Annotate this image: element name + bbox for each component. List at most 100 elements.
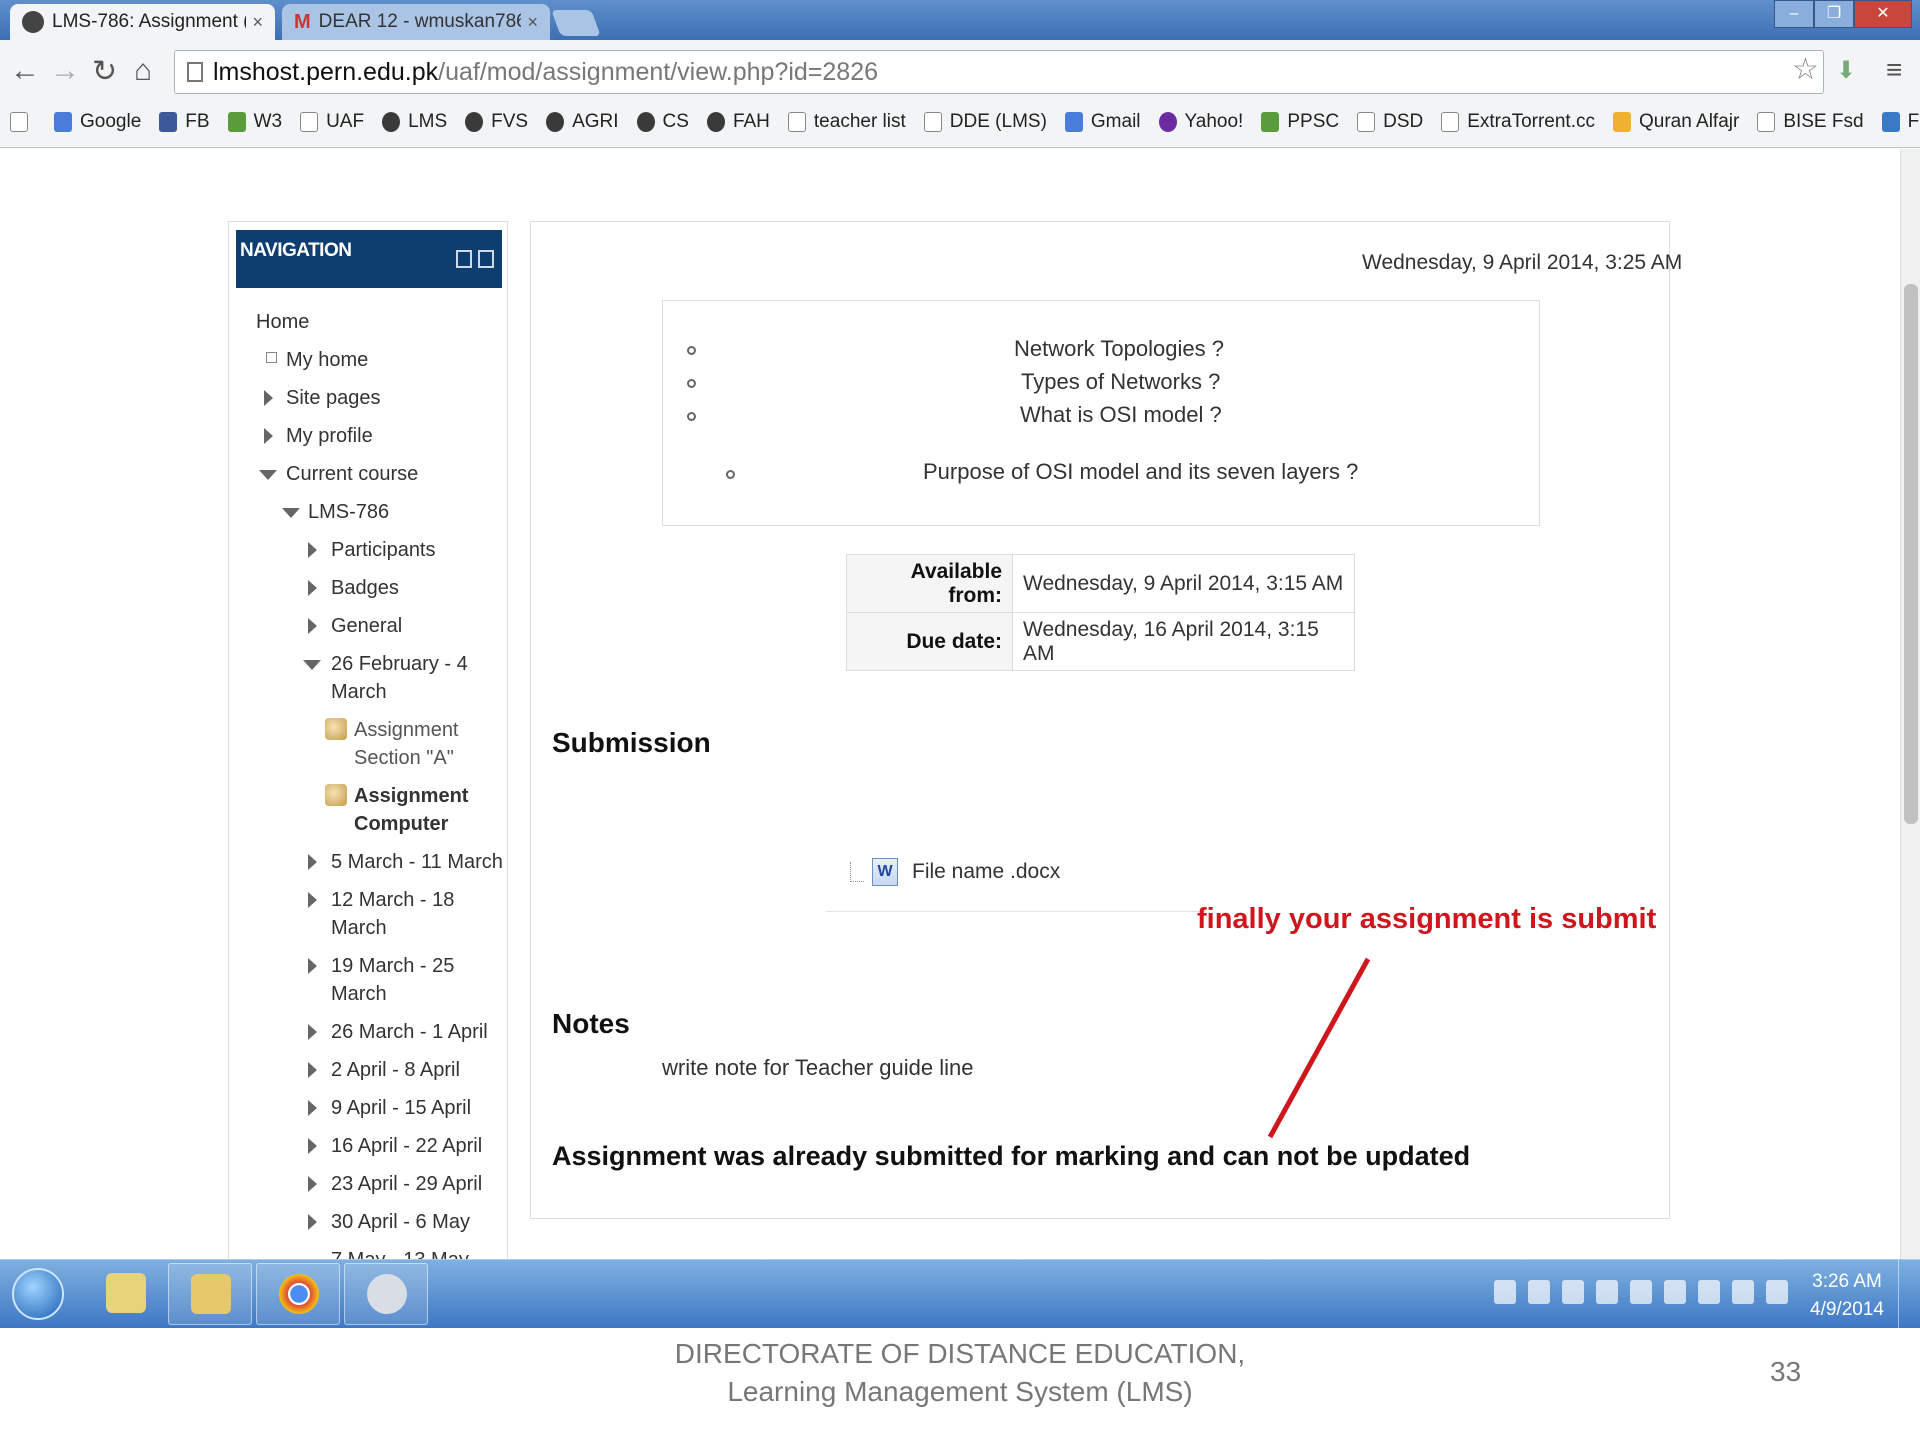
nav-week-7[interactable]: 16 April - 22 April bbox=[331, 1132, 482, 1160]
nav-week-10[interactable]: 7 May - 13 May bbox=[331, 1246, 469, 1259]
bookmark-uaf[interactable]: UAF bbox=[300, 111, 364, 133]
bookmark-quran-alfajr[interactable]: Quran Alfajr bbox=[1612, 111, 1740, 133]
tray-app-icon[interactable] bbox=[1562, 1280, 1584, 1304]
nav-my-home[interactable]: My home bbox=[286, 346, 368, 374]
bookmark-blank[interactable] bbox=[10, 112, 36, 132]
reload-icon[interactable]: ↻ bbox=[92, 54, 117, 89]
bookmark-label: teacher list bbox=[813, 111, 906, 132]
bookmark-extratorrent-cc[interactable]: ExtraTorrent.cc bbox=[1441, 111, 1595, 133]
close-tab-icon[interactable]: × bbox=[527, 12, 538, 33]
nav-week-8[interactable]: 23 April - 29 April bbox=[331, 1170, 482, 1198]
nav-my-profile[interactable]: My profile bbox=[286, 422, 373, 450]
close-tab-icon[interactable]: × bbox=[252, 12, 263, 33]
expand-arrow-icon[interactable] bbox=[308, 1024, 317, 1040]
volume-icon[interactable] bbox=[1766, 1280, 1788, 1304]
tab-gmail[interactable]: M DEAR 12 - wmuskan786@ × bbox=[282, 4, 550, 40]
submitted-file[interactable]: W File name .docx bbox=[850, 858, 1060, 886]
expand-arrow-icon[interactable] bbox=[308, 854, 317, 870]
bookmark-bise-fsd[interactable]: BISE Fsd bbox=[1757, 111, 1864, 133]
expand-arrow-icon[interactable] bbox=[308, 1214, 317, 1230]
expand-arrow-icon[interactable] bbox=[308, 958, 317, 974]
utorrent-icon[interactable] bbox=[1528, 1280, 1550, 1304]
back-arrow-icon[interactable]: ← bbox=[10, 54, 40, 88]
taskbar-clock[interactable]: 3:26 AM 4/9/2014 bbox=[1810, 1268, 1884, 1324]
scrollbar[interactable] bbox=[1900, 149, 1920, 1259]
battery-icon[interactable] bbox=[1698, 1280, 1720, 1304]
expand-arrow-icon[interactable] bbox=[308, 580, 317, 596]
nav-week-5[interactable]: 2 April - 8 April bbox=[331, 1056, 460, 1084]
skype-icon[interactable] bbox=[1494, 1280, 1516, 1304]
bookmark-teacher-list[interactable]: teacher list bbox=[787, 111, 906, 133]
bookmark-label: Quran Alfajr bbox=[1638, 111, 1740, 132]
nav-week-6[interactable]: 9 April - 15 April bbox=[331, 1094, 471, 1122]
expand-arrow-icon[interactable] bbox=[264, 390, 273, 406]
bookmark-fvs[interactable]: FVS bbox=[465, 111, 528, 133]
nav-week-9[interactable]: 30 April - 6 May bbox=[331, 1208, 470, 1236]
expand-arrow-icon[interactable] bbox=[308, 1176, 317, 1192]
bookmark-fah[interactable]: FAH bbox=[706, 111, 770, 133]
collapse-block-icon[interactable] bbox=[456, 250, 472, 268]
minimize-button[interactable]: – bbox=[1774, 0, 1814, 28]
taskbar-paint[interactable] bbox=[344, 1263, 428, 1325]
tab-lms-assignment[interactable]: LMS-786: Assignment (2.2 × bbox=[10, 4, 275, 40]
taskbar-explorer[interactable] bbox=[168, 1263, 252, 1325]
bookmark-lms[interactable]: LMS bbox=[382, 111, 447, 133]
expand-arrow-icon[interactable] bbox=[308, 618, 317, 634]
signal-icon[interactable] bbox=[1732, 1280, 1754, 1304]
windows-start-icon[interactable] bbox=[12, 1268, 64, 1320]
forward-arrow-icon[interactable]: → bbox=[50, 54, 80, 88]
bluetooth-icon[interactable] bbox=[1630, 1280, 1652, 1304]
bookmark-gmail[interactable]: Gmail bbox=[1064, 111, 1141, 133]
file-name-link[interactable]: File name .docx bbox=[912, 860, 1060, 884]
expand-arrow-icon[interactable] bbox=[308, 1138, 317, 1154]
dock-block-icon[interactable] bbox=[478, 250, 494, 268]
bookmark-agri[interactable]: AGRI bbox=[546, 111, 619, 133]
nav-week-1[interactable]: 5 March - 11 March bbox=[331, 848, 503, 876]
expand-arrow-icon[interactable] bbox=[308, 1100, 317, 1116]
extension-icon[interactable]: ⬇ bbox=[1836, 56, 1856, 85]
expand-arrow-icon[interactable] bbox=[308, 892, 317, 908]
bookmark-cs[interactable]: CS bbox=[636, 111, 689, 133]
nav-week-2[interactable]: 12 March - 18 March bbox=[331, 886, 454, 942]
action-center-flag-icon[interactable] bbox=[1664, 1280, 1686, 1304]
nav-assignment-computer[interactable]: Assignment Computer bbox=[354, 782, 468, 838]
new-tab-button[interactable] bbox=[551, 10, 601, 36]
bookmark-star-icon[interactable]: ☆ bbox=[1792, 52, 1819, 87]
close-window-button[interactable]: ✕ bbox=[1854, 0, 1912, 28]
expand-arrow-icon[interactable] bbox=[308, 1062, 317, 1078]
bookmark-yahoo-[interactable]: Yahoo! bbox=[1158, 111, 1243, 133]
taskbar-libraries[interactable] bbox=[84, 1263, 168, 1325]
nav-course[interactable]: LMS-786 bbox=[308, 498, 389, 526]
menu-icon[interactable]: ≡ bbox=[1886, 54, 1902, 86]
nav-current-course[interactable]: Current course bbox=[286, 460, 418, 488]
bookmark-fm[interactable]: FM bbox=[1881, 111, 1920, 133]
bookmark-w3[interactable]: W3 bbox=[227, 111, 282, 133]
nav-home[interactable]: Home bbox=[256, 308, 309, 336]
nav-week-feb-line2: March bbox=[331, 681, 387, 703]
taskbar-chrome[interactable] bbox=[256, 1263, 340, 1325]
bookmark-ppsc[interactable]: PPSC bbox=[1261, 111, 1339, 133]
maximize-button[interactable]: ❐ bbox=[1814, 0, 1854, 28]
expand-arrow-icon[interactable] bbox=[308, 542, 317, 558]
collapse-arrow-icon[interactable] bbox=[282, 508, 300, 518]
collapse-arrow-icon[interactable] bbox=[303, 660, 321, 670]
nav-week-4[interactable]: 26 March - 1 April bbox=[331, 1018, 488, 1046]
nav-participants[interactable]: Participants bbox=[331, 536, 436, 564]
bookmark-fb[interactable]: FB bbox=[159, 111, 210, 133]
bookmark-google[interactable]: Google bbox=[54, 111, 141, 133]
nav-site-pages[interactable]: Site pages bbox=[286, 384, 381, 412]
nav-week-feb[interactable]: 26 February - 4 March bbox=[331, 650, 468, 706]
display-icon[interactable] bbox=[1596, 1280, 1618, 1304]
address-bar[interactable]: lmshost.pern.edu.pk/uaf/mod/assignment/v… bbox=[174, 50, 1824, 94]
bookmark-dsd[interactable]: DSD bbox=[1357, 111, 1423, 133]
nav-week-3[interactable]: 19 March - 25 March bbox=[331, 952, 454, 1008]
show-desktop-button[interactable] bbox=[1898, 1260, 1920, 1329]
expand-arrow-icon[interactable] bbox=[264, 428, 273, 444]
home-icon[interactable]: ⌂ bbox=[134, 54, 152, 88]
bookmark-dde-lms-[interactable]: DDE (LMS) bbox=[923, 111, 1047, 133]
collapse-arrow-icon[interactable] bbox=[259, 470, 277, 480]
nav-general[interactable]: General bbox=[331, 612, 402, 640]
scrollbar-thumb[interactable] bbox=[1904, 284, 1918, 824]
nav-badges[interactable]: Badges bbox=[331, 574, 399, 602]
nav-assignment-section-a[interactable]: Assignment Section "A" bbox=[354, 716, 459, 772]
